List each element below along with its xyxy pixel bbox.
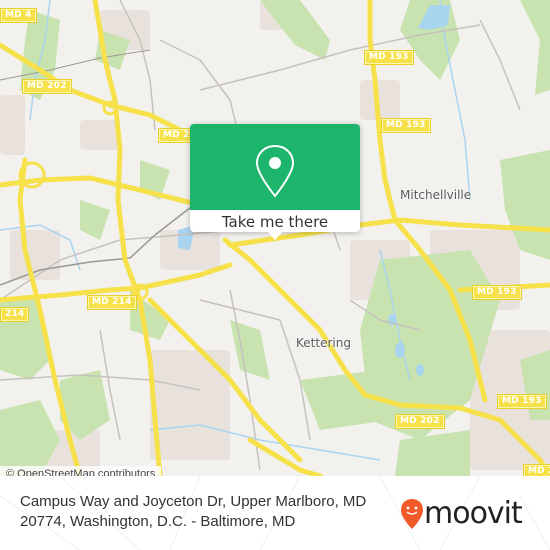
road-shield-md193: MD 193 bbox=[381, 118, 431, 133]
take-me-there-popup[interactable]: Take me there bbox=[190, 124, 360, 240]
road-shield-md193: MD 193 bbox=[364, 50, 414, 65]
road-shield-md202: MD 202 bbox=[395, 414, 445, 429]
map-pin-icon bbox=[255, 144, 295, 198]
address-text: Campus Way and Joyceton Dr, Upper Marlbo… bbox=[20, 493, 367, 530]
road-shield-md193: MD 193 bbox=[497, 394, 547, 409]
place-label-kettering: Kettering bbox=[296, 336, 351, 350]
road-shield-md4: MD 4 bbox=[0, 8, 37, 23]
road-shield-md214: MD 214 bbox=[87, 295, 137, 310]
take-me-there-button[interactable]: Take me there bbox=[190, 210, 360, 232]
road-shield-md193: MD 193 bbox=[472, 285, 522, 300]
moovit-pin-icon bbox=[401, 499, 423, 529]
road-shield-md2: MD 2 bbox=[523, 464, 550, 476]
moovit-logo[interactable]: moovit bbox=[400, 496, 540, 538]
popup-pointer bbox=[267, 231, 283, 240]
moovit-wordmark: moovit bbox=[424, 496, 523, 531]
popup-header bbox=[190, 124, 360, 210]
road-shield-md202: MD 202 bbox=[22, 79, 72, 94]
place-label-mitchellville: Mitchellville bbox=[400, 188, 472, 202]
road-shield-214: 214 bbox=[0, 307, 30, 322]
map-attribution[interactable]: © OpenStreetMap contributors bbox=[0, 466, 162, 476]
footer: Campus Way and Joyceton Dr, Upper Marlbo… bbox=[0, 476, 550, 550]
